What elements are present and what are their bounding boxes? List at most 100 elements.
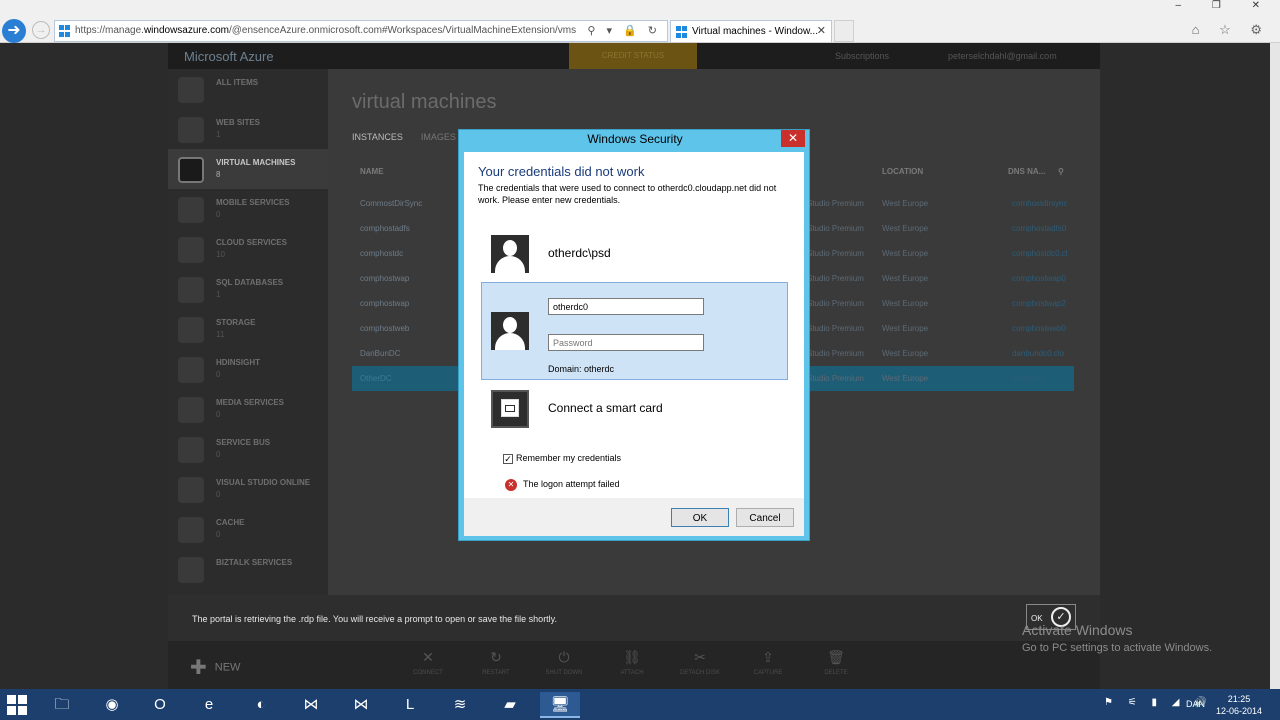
- row-dns[interactable]: comphostadfs0: [1012, 224, 1066, 233]
- taskbar-chrome-icon[interactable]: ◉: [92, 692, 132, 718]
- language-indicator[interactable]: DAN: [1186, 699, 1205, 709]
- row-name[interactable]: DanBunDC: [360, 349, 400, 358]
- sidebar-item-sql-databases[interactable]: SQL DATABASES 1: [168, 269, 328, 309]
- remember-credentials-label[interactable]: Remember my credentials: [516, 453, 621, 463]
- connect-button[interactable]: ✕ CONNECT: [398, 649, 458, 676]
- clock[interactable]: 21:25 12-06-2014: [1216, 693, 1262, 717]
- column-header-location[interactable]: LOCATION: [882, 167, 923, 176]
- taskbar-skype-icon[interactable]: ◐: [241, 692, 281, 718]
- credit-status-button[interactable]: CREDIT STATUS: [569, 43, 697, 69]
- taskbar-internet-explorer-icon[interactable]: e: [189, 692, 229, 718]
- row-dns[interactable]: comphostwap0: [1012, 274, 1066, 283]
- column-header-dns[interactable]: DNS NA...: [1008, 167, 1045, 176]
- tab-virtual-machines[interactable]: Virtual machines - Window... ✕: [670, 20, 832, 42]
- taskbar-lync-icon[interactable]: L: [390, 692, 430, 718]
- taskbar-remote-desktop-icon[interactable]: 🖥: [540, 692, 580, 718]
- new-label: NEW: [214, 661, 241, 674]
- trash-icon: 🗑: [827, 649, 845, 665]
- delete-button[interactable]: 🗑 DELETE: [806, 649, 866, 676]
- row-name[interactable]: CommostDirSync: [360, 199, 422, 208]
- bus-icon: [178, 437, 204, 463]
- sidebar-item-biztalk-services[interactable]: BIZTALK SERVICES: [168, 549, 328, 589]
- portal-brand[interactable]: Microsoft Azure: [184, 49, 274, 64]
- row-dns[interactable]: danbundc0.clo: [1012, 349, 1064, 358]
- sidebar-item-storage[interactable]: STORAGE 11: [168, 309, 328, 349]
- ok-button[interactable]: OK: [671, 508, 729, 527]
- taskbar-visual-studio-icon[interactable]: ⋈: [291, 692, 331, 718]
- subscriptions-link[interactable]: Subscriptions: [835, 51, 889, 61]
- shut-down-button[interactable]: ⏻ SHUT DOWN: [534, 649, 594, 676]
- start-button[interactable]: [7, 695, 27, 715]
- windows-security-dialog: Windows Security ✕ Your credentials did …: [458, 129, 810, 541]
- row-name[interactable]: comphostwap: [360, 299, 409, 308]
- column-header-name[interactable]: NAME: [360, 167, 384, 176]
- smart-card-icon[interactable]: [491, 390, 529, 428]
- sidebar-item-mobile-services[interactable]: MOBILE SERVICES 0: [168, 189, 328, 229]
- credential-tile-selected[interactable]: Domain: otherdc: [481, 282, 788, 380]
- connect-smart-card-option[interactable]: Connect a smart card: [548, 401, 663, 415]
- dialog-close-button[interactable]: ✕: [781, 130, 805, 147]
- plus-icon: ✚: [190, 657, 207, 679]
- remember-credentials-checkbox[interactable]: ✓: [503, 454, 513, 464]
- tab-close-icon[interactable]: ✕: [817, 24, 826, 37]
- row-location: West Europe: [882, 274, 929, 283]
- row-name[interactable]: comphostwap: [360, 274, 409, 283]
- username-field[interactable]: [548, 298, 704, 315]
- row-name[interactable]: comphostweb: [360, 324, 409, 333]
- taskbar-spotify-icon[interactable]: ≋: [440, 692, 480, 718]
- cloud-icon: [178, 237, 204, 263]
- tab-instances[interactable]: INSTANCES: [352, 132, 403, 142]
- sidebar-item-label: SERVICE BUS: [216, 438, 271, 447]
- taskbar-app-icon[interactable]: ▰: [490, 692, 530, 718]
- browser-toolbar-icons[interactable]: ⌂ ☆ ⚙: [1192, 22, 1270, 38]
- new-button[interactable]: ✚ NEW: [190, 655, 240, 680]
- address-bar[interactable]: https://manage.windowsazure.com/@ensence…: [54, 20, 668, 42]
- sidebar-item-media-services[interactable]: MEDIA SERVICES 0: [168, 389, 328, 429]
- address-bar-icons[interactable]: ⚲ ▾ 🔒 ↻: [587, 24, 661, 37]
- window-controls[interactable]: ‒ ❐ ✕: [1176, 0, 1274, 11]
- back-icon[interactable]: ➜: [2, 19, 26, 43]
- row-name[interactable]: OtherDC: [360, 374, 392, 383]
- password-field[interactable]: [548, 334, 704, 351]
- user-avatar-icon[interactable]: [491, 235, 529, 273]
- sidebar-item-cloud-services[interactable]: CLOUD SERVICES 10: [168, 229, 328, 269]
- user-account[interactable]: peterselchdahl@gmail.com: [948, 51, 1057, 61]
- sidebar-item-service-bus[interactable]: SERVICE BUS 0: [168, 429, 328, 469]
- row-name[interactable]: comphostdc: [360, 249, 403, 258]
- row-dns[interactable]: otherdc0: [1012, 374, 1043, 383]
- grid-icon: [178, 77, 204, 103]
- search-icon[interactable]: ⚲: [1058, 167, 1064, 176]
- capture-button[interactable]: ⇪ CAPTURE: [738, 649, 798, 676]
- saved-user-name[interactable]: otherdc\psd: [548, 246, 611, 260]
- watermark-subtitle: Go to PC settings to activate Windows.: [1022, 642, 1213, 654]
- detach-disk-button[interactable]: ✂ DETACH DISK: [670, 649, 730, 676]
- restart-button[interactable]: ↻ RESTART: [466, 649, 526, 676]
- row-dns[interactable]: comphostwap2: [1012, 299, 1066, 308]
- row-location: West Europe: [882, 199, 929, 208]
- url-text[interactable]: https://manage.windowsazure.com/@ensence…: [75, 25, 576, 36]
- row-dns[interactable]: comphostdc0.cl: [1012, 249, 1068, 258]
- taskbar-outlook-icon[interactable]: O: [140, 692, 180, 718]
- sidebar-item-virtual-machines[interactable]: VIRTUAL MACHINES 8: [168, 149, 328, 189]
- table-icon: [178, 317, 204, 343]
- sidebar-item-web-sites[interactable]: WEB SITES 1: [168, 109, 328, 149]
- taskbar-file-explorer-icon[interactable]: 🗀: [42, 692, 82, 718]
- row-dns[interactable]: comhostdirsync: [1012, 199, 1068, 208]
- sidebar-item-cache[interactable]: CACHE 0: [168, 509, 328, 549]
- sidebar-item-count: 8: [216, 170, 221, 179]
- domain-label: Domain: otherdc: [548, 364, 615, 374]
- row-name[interactable]: comphostadfs: [360, 224, 410, 233]
- error-message: The logon attempt failed: [523, 479, 620, 489]
- tab-images[interactable]: IMAGES: [421, 132, 456, 142]
- new-tab-button[interactable]: [834, 20, 854, 42]
- sidebar-item-visual-studio-online[interactable]: VISUAL STUDIO ONLINE 0: [168, 469, 328, 509]
- forward-icon[interactable]: →: [32, 21, 50, 39]
- taskbar-visual-studio-2-icon[interactable]: ⋈: [341, 692, 381, 718]
- attach-button[interactable]: ⛓ ATTACH: [602, 649, 662, 676]
- sidebar-item-all-items[interactable]: ALL ITEMS: [168, 69, 328, 109]
- scrollbar[interactable]: [1270, 43, 1280, 689]
- windows-logo-icon: [59, 25, 71, 37]
- row-dns[interactable]: comphostweb0: [1012, 324, 1066, 333]
- cancel-button[interactable]: Cancel: [736, 508, 794, 527]
- sidebar-item-hdinsight[interactable]: HDINSIGHT 0: [168, 349, 328, 389]
